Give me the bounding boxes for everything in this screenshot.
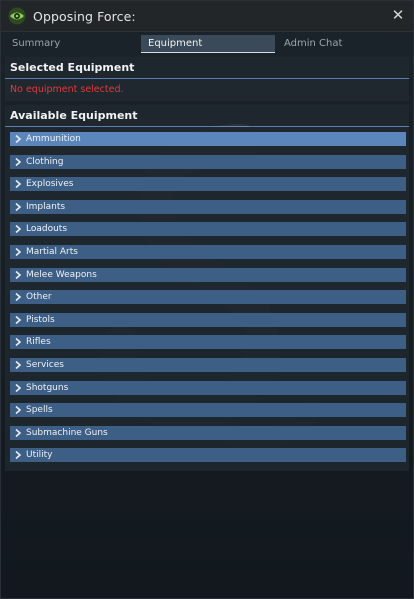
category-melee-weapons[interactable]: Melee Weapons (10, 267, 406, 282)
category-ammunition[interactable]: Ammunition (10, 132, 406, 146)
category-label: Submachine Guns (26, 427, 108, 438)
category-loadouts[interactable]: Loadouts (10, 222, 406, 237)
chevron-right-icon (15, 157, 22, 166)
category-label: Melee Weapons (26, 269, 97, 280)
chevron-right-icon (15, 383, 22, 392)
tab-summary[interactable]: Summary (5, 35, 139, 53)
category-label: Martial Arts (26, 247, 78, 257)
chevron-right-icon (15, 247, 22, 257)
selected-equipment-panel: No equipment selected. (5, 79, 409, 101)
tab-admin-chat[interactable]: Admin Chat (277, 35, 409, 53)
chevron-right-icon (15, 202, 22, 211)
opfor-window: Opposing Force: ✕ Summary Equipment Admi… (0, 0, 414, 599)
chevron-right-icon (15, 406, 22, 415)
category-label: Other (26, 292, 52, 303)
category-martial-arts[interactable]: Martial Arts (10, 245, 406, 259)
category-shotguns[interactable]: Shotguns (10, 380, 406, 395)
category-services[interactable]: Services (10, 358, 406, 372)
close-icon: ✕ (391, 6, 405, 24)
category-clothing[interactable]: Clothing (10, 154, 406, 169)
no-equipment-message: No equipment selected. (10, 84, 124, 95)
category-rifles[interactable]: Rifles (10, 335, 406, 350)
category-explosives[interactable]: Explosives (10, 177, 406, 192)
chevron-right-icon (15, 451, 22, 460)
category-label: Services (26, 360, 64, 370)
chevron-right-icon (15, 134, 22, 144)
category-implants[interactable]: Implants (10, 199, 406, 214)
category-pistols[interactable]: Pistols (10, 312, 406, 327)
tab-equipment[interactable]: Equipment (141, 35, 275, 53)
available-equipment-panel: Ammunition Clothing Explosives Implants Load… (5, 127, 409, 471)
tab-bar: Summary Equipment Admin Chat (5, 35, 409, 53)
category-label: Shotguns (26, 382, 69, 393)
chevron-right-icon (15, 180, 22, 189)
chevron-right-icon (15, 293, 22, 302)
category-label: Ammunition (26, 134, 81, 144)
eye-icon (8, 7, 26, 25)
chevron-right-icon (15, 428, 22, 437)
category-label: Loadouts (26, 224, 68, 235)
category-other[interactable]: Other (10, 290, 406, 305)
category-label: Spells (26, 405, 53, 416)
category-utility[interactable]: Utility (10, 448, 406, 463)
category-label: Implants (26, 201, 66, 212)
close-button[interactable]: ✕ (389, 6, 407, 24)
chevron-right-icon (15, 315, 22, 324)
chevron-right-icon (15, 225, 22, 234)
chevron-right-icon (15, 270, 22, 279)
category-label: Pistols (26, 314, 55, 325)
category-label: Rifles (26, 337, 51, 348)
category-submachine-guns[interactable]: Submachine Guns (10, 425, 406, 440)
chevron-right-icon (15, 338, 22, 347)
category-spells[interactable]: Spells (10, 403, 406, 418)
category-label: Clothing (26, 156, 64, 167)
title-bar[interactable]: Opposing Force: ✕ (1, 1, 413, 32)
chevron-right-icon (15, 360, 22, 370)
category-label: Explosives (26, 179, 74, 190)
selected-equipment-header: Selected Equipment (5, 57, 409, 79)
category-label: Utility (26, 450, 53, 461)
window-title: Opposing Force: (33, 9, 136, 24)
